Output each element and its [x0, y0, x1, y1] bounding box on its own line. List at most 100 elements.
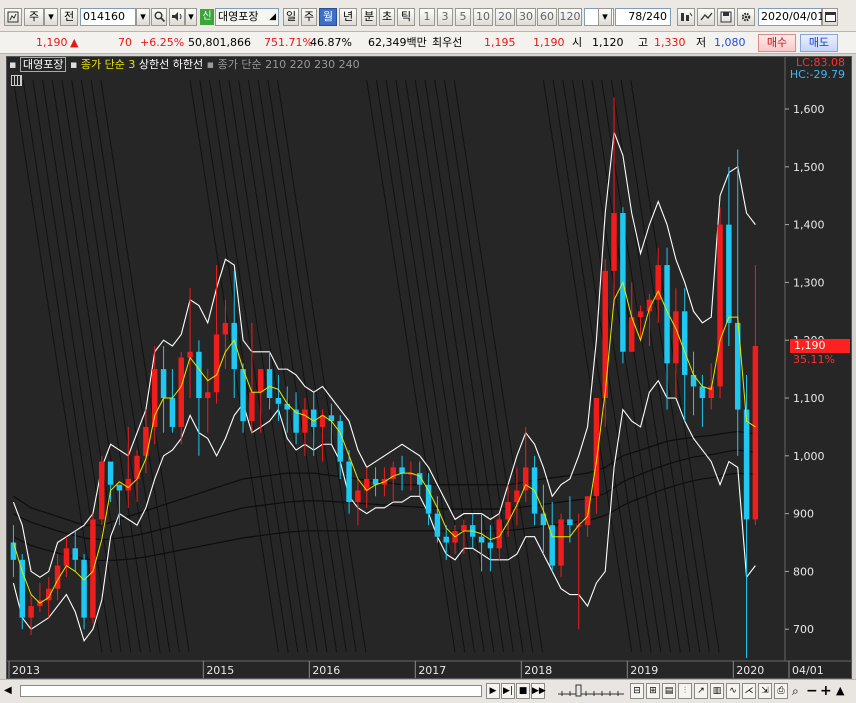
candle-body: [752, 345, 759, 520]
grid-toggle-icon[interactable]: [11, 75, 22, 86]
interval-10[interactable]: 10: [473, 8, 493, 26]
sell-label: 매도: [808, 36, 830, 49]
play-once-button[interactable]: ▶|: [501, 683, 515, 699]
interval-60[interactable]: 60: [537, 8, 557, 26]
play-button[interactable]: ▶: [486, 683, 500, 699]
wave-tool-icon: ∿: [729, 686, 737, 696]
previous-button[interactable]: 전: [60, 8, 78, 26]
price-tick-label: 700: [793, 623, 814, 636]
price-tag-value: 1,190: [794, 338, 826, 352]
tab-year[interactable]: 년: [339, 8, 357, 26]
period-dropdown-button[interactable]: ▾: [44, 8, 58, 26]
save-button[interactable]: [717, 8, 735, 26]
scroll-left-icon[interactable]: ◀: [4, 683, 18, 699]
tab-day[interactable]: 일: [283, 8, 299, 26]
fan-line: [385, 80, 475, 653]
compare-button[interactable]: [677, 8, 695, 26]
stop-button[interactable]: ■: [516, 683, 530, 699]
count-input[interactable]: 78/240: [615, 8, 671, 26]
main-toolbar: 주 ▾ 전 014160 ▾ ▾ 신 대영포장 ◢ 일 주 월 년 분 초 틱 1…: [0, 0, 856, 32]
calendar-button[interactable]: [822, 8, 838, 26]
period-select-value: 주: [28, 10, 40, 23]
settings-button[interactable]: [737, 8, 755, 26]
candle-body: [196, 351, 202, 399]
stock-code-dropdown[interactable]: ▾: [136, 8, 150, 26]
candle-body: [28, 606, 34, 618]
fan-line: [443, 80, 534, 653]
interval-3-label: 3: [441, 10, 449, 23]
tab-month[interactable]: 월: [319, 8, 337, 26]
zoom-search-icon[interactable]: ⌕: [792, 683, 799, 699]
chart-panel[interactable]: 7008009001,0001,1001,2001,3001,4001,5001…: [6, 56, 852, 679]
tab-year-label: 년: [342, 10, 354, 23]
tool-6-button[interactable]: ▥: [710, 683, 724, 699]
scroll-right-icon[interactable]: ▲: [836, 683, 844, 699]
history-scrollbar[interactable]: [20, 685, 482, 697]
up-arrow-icon: ▲: [70, 36, 79, 49]
candle-body: [673, 311, 679, 364]
search-button[interactable]: [151, 8, 167, 26]
chart-settings-button[interactable]: [4, 8, 22, 26]
interval-3[interactable]: 3: [437, 8, 453, 26]
tool-9-button[interactable]: ⇲: [758, 683, 772, 699]
tool-10-button[interactable]: ⎙: [774, 683, 788, 699]
corner-triangle-icon: ◢: [269, 12, 276, 22]
candle-body: [522, 467, 529, 491]
tab-second[interactable]: 초: [379, 8, 395, 26]
interval-dropdown[interactable]: ▾: [598, 8, 612, 26]
date-input[interactable]: 2020/04/01: [758, 8, 824, 26]
legend-stock-name[interactable]: 대영포장: [19, 57, 67, 72]
tool-5-button[interactable]: ↗: [694, 683, 708, 699]
date-tick-label: 2016: [312, 664, 340, 677]
interval-120[interactable]: 120: [558, 8, 582, 26]
zoom-out-icon[interactable]: −: [806, 683, 818, 699]
interval-1[interactable]: 1: [419, 8, 435, 26]
fan-line: [424, 80, 514, 653]
volume: 50,801,866: [188, 36, 251, 49]
legend-upper[interactable]: 상한선: [139, 58, 169, 71]
tool-7-button[interactable]: ∿: [726, 683, 740, 699]
candle-body: [152, 369, 158, 427]
candle-body: [726, 224, 732, 323]
candle-tool-icon: ⫶: [683, 686, 687, 696]
stock-name-field[interactable]: 대영포장 ◢: [215, 8, 279, 26]
candle-body: [434, 513, 441, 537]
tool-4-button[interactable]: ⫶: [678, 683, 692, 699]
sound-button[interactable]: [169, 8, 185, 26]
fan-line: [542, 80, 633, 653]
sound-dropdown[interactable]: ▾: [185, 8, 197, 26]
fast-forward-button[interactable]: ▶▶: [531, 683, 546, 699]
period-select[interactable]: 주: [24, 8, 44, 26]
candle-body: [346, 461, 352, 503]
candle-body: [266, 369, 273, 399]
buy-label: 매수: [766, 36, 788, 49]
legend-ma2[interactable]: 종가 단순: [218, 58, 262, 71]
compare-chart-icon: [680, 12, 692, 21]
interval-5[interactable]: 5: [455, 8, 471, 26]
candle-body: [63, 548, 70, 566]
tab-minute[interactable]: 분: [361, 8, 377, 26]
legend-lower[interactable]: 하한선: [173, 58, 203, 71]
price-chart[interactable]: 7008009001,0001,1001,2001,3001,4001,5001…: [7, 57, 851, 678]
trade-amount: 62,349백만: [368, 36, 427, 49]
zoom-in-icon[interactable]: +: [820, 683, 832, 699]
tab-week[interactable]: 주: [301, 8, 317, 26]
interval-30[interactable]: 30: [516, 8, 536, 26]
fan-line: [199, 80, 289, 653]
date-tick-label: 04/01: [792, 664, 824, 677]
sell-button[interactable]: 매도: [800, 34, 838, 52]
fan-line: [434, 80, 524, 653]
fan-line: [395, 80, 485, 653]
tool-1-button[interactable]: ⊟: [630, 683, 644, 699]
tool-2-button[interactable]: ⊞: [646, 683, 660, 699]
tab-tick[interactable]: 틱: [397, 8, 415, 26]
interval-20[interactable]: 20: [495, 8, 515, 26]
tool-3-button[interactable]: ▤: [662, 683, 676, 699]
buy-button[interactable]: 매수: [758, 34, 796, 52]
indicator-button[interactable]: [697, 8, 715, 26]
tool-8-button[interactable]: ⋌: [742, 683, 756, 699]
stock-code-input[interactable]: 014160: [80, 8, 136, 26]
legend-ma[interactable]: 종가 단순 3: [81, 58, 135, 71]
fan-line: [32, 80, 122, 653]
speed-slider[interactable]: [556, 684, 626, 698]
